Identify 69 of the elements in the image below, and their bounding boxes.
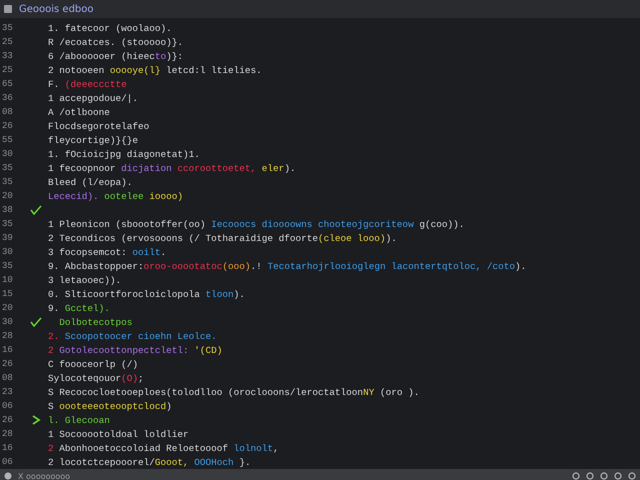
line-number: 06: [1, 401, 14, 411]
line-number: 26: [1, 415, 14, 425]
line-number: 25: [1, 65, 14, 75]
code-line: l. Glecooan: [48, 414, 110, 426]
code-line: F. (deeeccctte: [48, 78, 127, 90]
code-line: 2 Tecondicos (ervosooons (/ Totharaidige dfoorte(cleoe looo)).: [48, 232, 397, 244]
code-line: S Recococloetooeploes(tolodlloo (oroclooons/leroctatloonNY (oro ).: [48, 386, 420, 398]
code-line: 2 Abonhooetoccoloiad Reloetoooof lolnolt,: [48, 442, 279, 454]
line-number: 35: [1, 261, 14, 271]
code-line: 0. Slticoortforocloiclopola tloon).: [48, 288, 245, 300]
line-number: 35: [1, 219, 14, 229]
line-number: 30: [1, 149, 14, 159]
line-number: 36: [1, 93, 14, 103]
chevron-icon[interactable]: [30, 414, 42, 426]
line-number: 16: [1, 345, 14, 355]
code-line: fleycortige)}{}e: [48, 134, 138, 146]
code-line: 1 Socooootoldoal loldlier: [48, 428, 189, 440]
code-line: Lececid). ootelee ioooo): [48, 190, 184, 202]
checkmark-icon: [30, 316, 42, 328]
code-line: 2. Scoopotoocer cioehn Leolce.: [48, 330, 217, 342]
code-line: S oooteeeoteooptclocd): [48, 400, 172, 412]
code-line: 2 Gotolecoottonpectcletl: '(CD): [48, 344, 222, 356]
code-line: A /otlboone: [48, 106, 110, 118]
line-number: 10: [1, 275, 14, 285]
line-number: 30: [1, 317, 14, 327]
line-number: 23: [1, 387, 14, 397]
line-number: 35: [1, 177, 14, 187]
code-line: R /ecoatces. (stooooo)}.: [48, 36, 184, 48]
code-line: 9. Gcctel).: [48, 302, 110, 314]
line-number: 55: [1, 135, 14, 145]
line-number: 28: [1, 429, 14, 439]
code-line: Flocdsegorotelafeo: [48, 120, 150, 132]
line-number: 38: [1, 205, 14, 215]
line-number: 35: [1, 163, 14, 173]
code-line: 1 accepgodoue/|.: [48, 92, 138, 104]
checkmark-icon: [30, 204, 42, 216]
code-line: 6 /aboooooer (hieecto)}:: [48, 50, 184, 62]
window-title: Geooois edboo: [19, 4, 94, 14]
status-text: X ooooooooo: [18, 472, 72, 480]
line-number: 08: [1, 373, 14, 383]
code-line: Dolbotecotpos: [58, 316, 132, 328]
line-number: 08: [1, 107, 14, 117]
line-number: 06: [1, 457, 14, 467]
line-number: 16: [1, 443, 14, 453]
code-line: Bleed (l/eopa).: [48, 176, 132, 188]
code-line: C foooceorlp (/): [48, 358, 138, 370]
line-number: 25: [1, 37, 14, 47]
code-line: 1 Pleonicon (sboootoffer(oo) Iecooocs dioooowns chooteojgcoriteow g(coo)).: [48, 218, 464, 230]
line-number: 35: [1, 23, 14, 33]
code-line: 9. Abcbastoppoer:oroo-ooootatoc(ooo).! Tecotarhojrlooioglegn lacontertqtoloc, /coto).: [48, 260, 526, 272]
line-number: 26: [1, 121, 14, 131]
line-number: 20: [1, 303, 14, 313]
code-line: 2 notooeen ooooye(l} letcd:l ltielies.: [48, 64, 262, 76]
code-line: 1 fecoopnoor dicjation ccoroottoetet, eler).: [48, 162, 296, 174]
code-line: 3 letaooec)).: [48, 274, 122, 286]
code-line: 2 locotctcepooorel/Gooot, OOOHoch }.: [48, 456, 251, 468]
line-number: 26: [1, 359, 14, 369]
line-number: 28: [1, 331, 14, 341]
line-number: 15: [1, 289, 14, 299]
code-line: Sylocoteqouor(O);: [48, 372, 144, 384]
code-line: 1. fatecoor (woolaoo).: [48, 22, 172, 34]
app-icon: [3, 4, 13, 14]
line-number: 33: [1, 51, 14, 61]
line-number: 30: [1, 247, 14, 257]
line-number: 65: [1, 79, 14, 89]
code-line: 3 focopsemcot: ooilt.: [48, 246, 166, 258]
line-number: 39: [1, 233, 14, 243]
code-line: 1. fOcioicjpg diagonetat)1.: [48, 148, 200, 160]
line-number: 20: [1, 191, 14, 201]
